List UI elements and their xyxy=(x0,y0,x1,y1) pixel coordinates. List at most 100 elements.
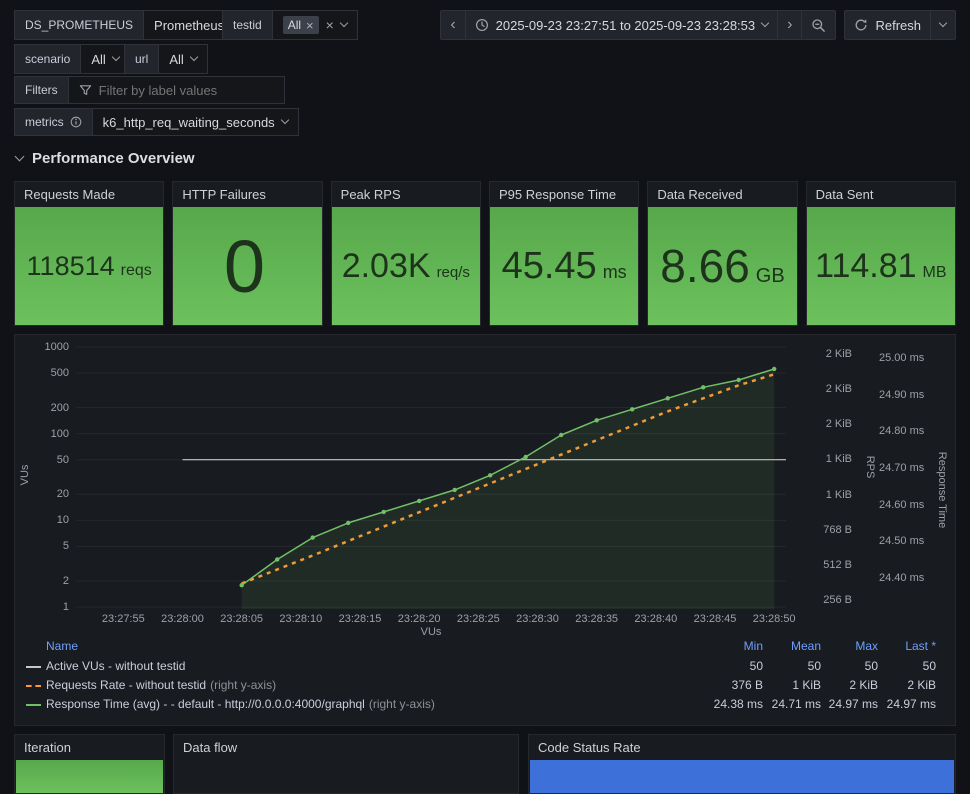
var-datasource-label: DS_PROMETHEUS xyxy=(14,10,145,40)
series-swatch-icon xyxy=(26,666,41,668)
axis-tick: 1 KiB xyxy=(825,488,852,501)
legend-series-name[interactable]: Response Time (avg) - - default - http:/… xyxy=(46,697,365,711)
stat-value-area: 0 xyxy=(173,207,322,325)
stat-unit: MB xyxy=(922,263,947,281)
section-performance-overview[interactable]: Performance Overview xyxy=(14,150,195,167)
chevron-down-icon xyxy=(14,151,25,162)
section-title: Performance Overview xyxy=(32,150,195,167)
stat-unit: GB xyxy=(755,265,785,287)
axis-tick: 23:28:45 xyxy=(693,613,737,625)
axis-tick: 500 xyxy=(50,367,69,380)
axis-tick: 1000 xyxy=(44,340,69,353)
var-datasource: DS_PROMETHEUS Prometheus xyxy=(14,10,249,40)
legend-row-response-time[interactable]: Response Time (avg) - - default - http:/… xyxy=(15,695,955,714)
filters-label: Filters xyxy=(14,76,69,104)
axis-tick: 1 KiB xyxy=(825,453,852,466)
time-shift-forward-button[interactable]: › xyxy=(777,10,803,40)
axis-tick: 23:28:05 xyxy=(220,613,264,625)
axis-tick: 23:28:40 xyxy=(634,613,678,625)
axis-tick: 23:28:50 xyxy=(752,613,796,625)
axis-tick: 768 B xyxy=(823,523,852,536)
testid-selected-chip[interactable]: All × xyxy=(282,16,319,34)
legend-last-value: 24.97 ms xyxy=(886,697,936,711)
panel-title: Iteration xyxy=(24,740,71,755)
angle-right-icon: › xyxy=(787,16,793,33)
legend-axis-suffix: (right y-axis) xyxy=(368,697,435,711)
chart-plot-area[interactable] xyxy=(76,343,786,609)
axis-tick: 512 B xyxy=(823,558,852,571)
legend-row-requests-rate[interactable]: Requests Rate - without testid (right y-a… xyxy=(15,676,955,695)
info-icon[interactable] xyxy=(70,116,82,128)
var-url: url All xyxy=(124,44,208,74)
panel-title: Data flow xyxy=(183,740,238,755)
legend-last-value: 50 xyxy=(922,659,936,673)
axis-tick: 24.60 ms xyxy=(879,498,925,511)
stat-value: 0 xyxy=(223,224,266,308)
var-testid-label: testid xyxy=(222,10,273,40)
legend-series-name[interactable]: Requests Rate - without testid xyxy=(46,678,206,692)
time-range-picker[interactable]: 2025-09-23 23:27:51 to 2025-09-23 23:28:… xyxy=(464,10,779,40)
axis-tick: 2 KiB xyxy=(825,383,852,396)
stat-panel-peak-rps: Peak RPS 2.03K req/s xyxy=(330,181,481,326)
series-swatch-icon xyxy=(26,685,41,687)
axis-tick: 200 xyxy=(50,401,69,414)
zoom-out-icon xyxy=(811,18,826,33)
axis-tick: 50 xyxy=(56,453,69,466)
legend-row-active-vus[interactable]: Active VUs - without testid 50 50 50 50 xyxy=(15,657,955,676)
axis-tick: 5 xyxy=(62,540,69,553)
var-url-picker[interactable]: All xyxy=(159,44,208,74)
y-axis-label-left: VUs xyxy=(19,464,31,486)
stat-value-area: 45.45 ms xyxy=(489,207,639,325)
axis-tick: 23:27:55 xyxy=(101,613,145,625)
panel-code-status-rate: Code Status Rate xyxy=(528,734,956,794)
refresh-label: Refresh xyxy=(875,17,921,33)
stat-value-area: 114.81 MB xyxy=(806,207,955,325)
legend-header-last[interactable]: Last * xyxy=(866,639,936,653)
axis-tick: 256 B xyxy=(823,593,852,606)
legend-series-name[interactable]: Active VUs - without testid xyxy=(46,659,185,673)
legend-axis-suffix: (right y-axis) xyxy=(210,678,277,692)
filter-input[interactable] xyxy=(98,82,267,98)
stat-value-area: 8.66 GB xyxy=(648,207,797,325)
var-url-label: url xyxy=(124,44,160,74)
axis-tick: 23:28:20 xyxy=(397,613,441,625)
var-url-selected: All xyxy=(169,51,184,67)
stat-value: 118514 xyxy=(26,250,115,281)
var-scenario-selected: All xyxy=(91,51,106,67)
legend-header-name[interactable]: Name xyxy=(46,639,78,653)
axis-tick: 23:28:00 xyxy=(161,613,204,625)
var-testid-picker[interactable]: All × × xyxy=(272,10,358,40)
metrics-control: metrics k6_http_req_waiting_seconds xyxy=(14,108,299,136)
refresh-button[interactable]: Refresh xyxy=(844,10,931,40)
time-shift-back-button[interactable]: ‹ xyxy=(440,10,466,40)
var-scenario-picker[interactable]: All xyxy=(81,44,130,74)
stat-panel-http-failures: HTTP Failures 0 xyxy=(172,181,323,326)
axis-tick: 2 xyxy=(62,574,69,587)
zoom-out-button[interactable] xyxy=(801,10,837,40)
stat-value-area: 2.03K req/s xyxy=(331,207,480,325)
axis-tick: 23:28:30 xyxy=(516,613,559,625)
panel-title: Data Received xyxy=(657,187,743,202)
y-axis-label-response-time: Response Time xyxy=(936,451,948,529)
angle-left-icon: ‹ xyxy=(450,16,456,33)
y-axis-label-rps: RPS xyxy=(864,455,876,479)
metrics-picker[interactable]: k6_http_req_waiting_seconds xyxy=(92,108,299,136)
axis-tick: 24.70 ms xyxy=(879,461,925,474)
panel-title: P95 Response Time xyxy=(498,187,617,202)
clear-icon[interactable]: × xyxy=(326,18,334,32)
refresh-interval-button[interactable] xyxy=(930,10,956,40)
var-testid: testid All × × xyxy=(222,10,358,40)
axis-tick: 23:28:25 xyxy=(456,613,500,625)
chevron-down-icon xyxy=(189,52,199,62)
axis-tick: 2 KiB xyxy=(825,347,852,360)
axis-tick: 23:28:35 xyxy=(575,613,619,625)
axis-tick: 23:28:15 xyxy=(338,613,382,625)
panel-iteration: Iteration xyxy=(14,734,165,794)
metrics-label: metrics xyxy=(25,115,64,129)
close-icon[interactable]: × xyxy=(306,19,314,32)
chart-legend: Name Min Mean Max Last * Active VUs - wi… xyxy=(15,637,955,714)
panel-title: HTTP Failures xyxy=(182,187,266,202)
axis-tick: 25.00 ms xyxy=(879,352,925,365)
iteration-stat-background xyxy=(16,760,163,793)
axis-tick: 24.40 ms xyxy=(879,571,925,584)
